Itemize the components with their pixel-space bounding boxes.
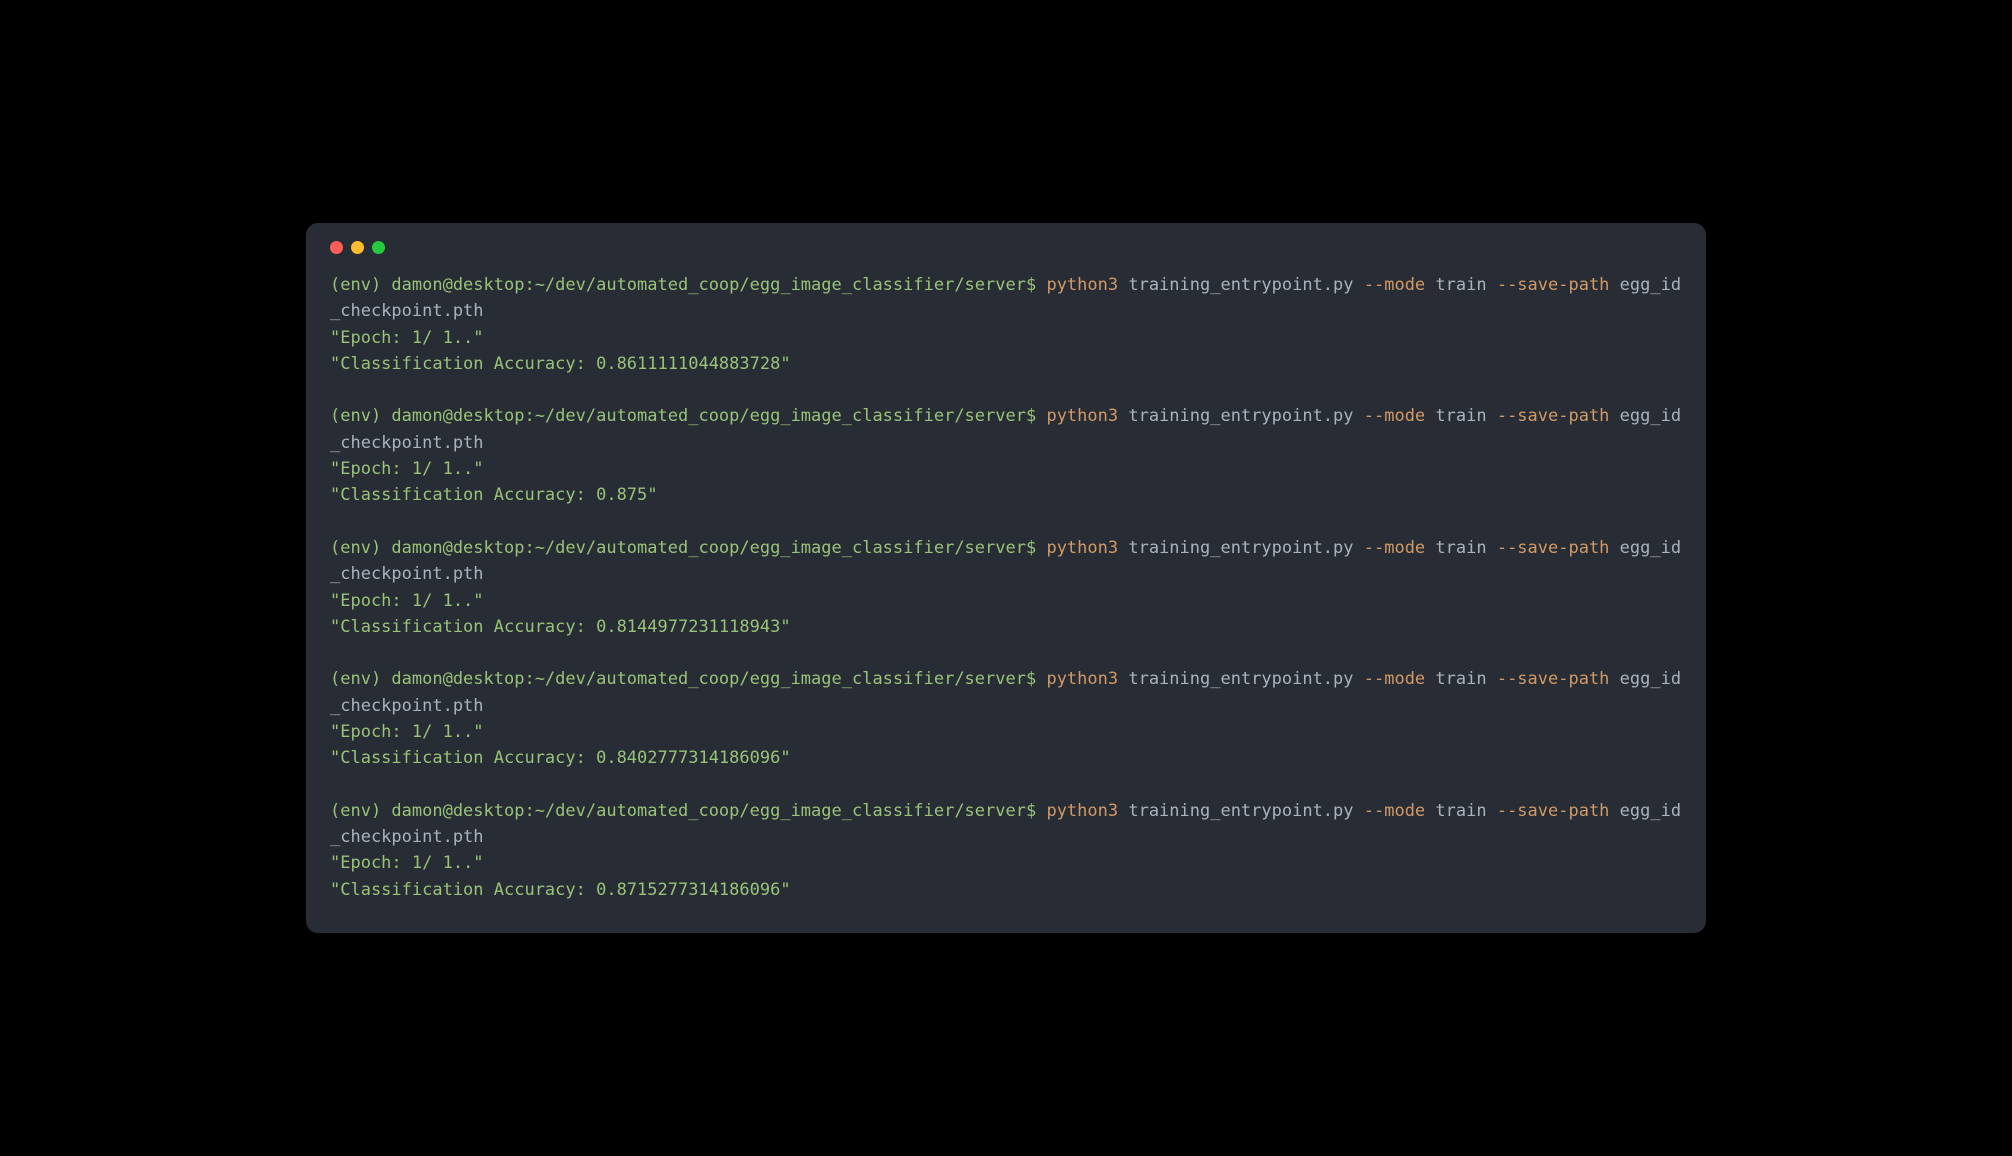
flag-save-path: --save-path bbox=[1497, 538, 1620, 558]
terminal-content[interactable]: (env) damon@desktop:~/dev/automated_coop… bbox=[330, 272, 1682, 903]
flag-mode: --mode bbox=[1364, 538, 1436, 558]
arg-mode: train bbox=[1435, 669, 1496, 689]
flag-save-path: --save-path bbox=[1497, 669, 1620, 689]
output-epoch: "Epoch: 1/ 1.." bbox=[330, 850, 1682, 876]
output-epoch: "Epoch: 1/ 1.." bbox=[330, 719, 1682, 745]
shell-prompt: (env) damon@desktop:~/dev/automated_coop… bbox=[330, 406, 1046, 426]
command-block: (env) damon@desktop:~/dev/automated_coop… bbox=[330, 403, 1682, 508]
command-line: (env) damon@desktop:~/dev/automated_coop… bbox=[330, 535, 1682, 588]
command-line: (env) damon@desktop:~/dev/automated_coop… bbox=[330, 403, 1682, 456]
command-block: (env) damon@desktop:~/dev/automated_coop… bbox=[330, 272, 1682, 377]
command-name: python3 bbox=[1046, 801, 1128, 821]
command-name: python3 bbox=[1046, 538, 1128, 558]
command-name: python3 bbox=[1046, 275, 1128, 295]
output-accuracy: "Classification Accuracy: 0.871527731418… bbox=[330, 877, 1682, 903]
shell-prompt: (env) damon@desktop:~/dev/automated_coop… bbox=[330, 275, 1046, 295]
flag-save-path: --save-path bbox=[1497, 801, 1620, 821]
flag-save-path: --save-path bbox=[1497, 275, 1620, 295]
maximize-icon[interactable] bbox=[372, 241, 385, 254]
arg-mode: train bbox=[1435, 406, 1496, 426]
script-arg: training_entrypoint.py bbox=[1128, 801, 1363, 821]
flag-mode: --mode bbox=[1364, 801, 1436, 821]
close-icon[interactable] bbox=[330, 241, 343, 254]
shell-prompt: (env) damon@desktop:~/dev/automated_coop… bbox=[330, 801, 1046, 821]
output-epoch: "Epoch: 1/ 1.." bbox=[330, 588, 1682, 614]
script-arg: training_entrypoint.py bbox=[1128, 669, 1363, 689]
flag-mode: --mode bbox=[1364, 275, 1436, 295]
command-block: (env) damon@desktop:~/dev/automated_coop… bbox=[330, 535, 1682, 640]
flag-mode: --mode bbox=[1364, 669, 1436, 689]
command-block: (env) damon@desktop:~/dev/automated_coop… bbox=[330, 798, 1682, 903]
script-arg: training_entrypoint.py bbox=[1128, 538, 1363, 558]
command-name: python3 bbox=[1046, 406, 1128, 426]
window-controls bbox=[330, 241, 1682, 254]
minimize-icon[interactable] bbox=[351, 241, 364, 254]
arg-mode: train bbox=[1435, 801, 1496, 821]
output-accuracy: "Classification Accuracy: 0.875" bbox=[330, 482, 1682, 508]
script-arg: training_entrypoint.py bbox=[1128, 275, 1363, 295]
shell-prompt: (env) damon@desktop:~/dev/automated_coop… bbox=[330, 538, 1046, 558]
output-accuracy: "Classification Accuracy: 0.814497723111… bbox=[330, 614, 1682, 640]
command-name: python3 bbox=[1046, 669, 1128, 689]
output-epoch: "Epoch: 1/ 1.." bbox=[330, 456, 1682, 482]
command-block: (env) damon@desktop:~/dev/automated_coop… bbox=[330, 666, 1682, 771]
output-accuracy: "Classification Accuracy: 0.840277731418… bbox=[330, 745, 1682, 771]
arg-mode: train bbox=[1435, 275, 1496, 295]
flag-save-path: --save-path bbox=[1497, 406, 1620, 426]
output-epoch: "Epoch: 1/ 1.." bbox=[330, 325, 1682, 351]
output-accuracy: "Classification Accuracy: 0.861111104488… bbox=[330, 351, 1682, 377]
arg-mode: train bbox=[1435, 538, 1496, 558]
shell-prompt: (env) damon@desktop:~/dev/automated_coop… bbox=[330, 669, 1046, 689]
command-line: (env) damon@desktop:~/dev/automated_coop… bbox=[330, 798, 1682, 851]
command-line: (env) damon@desktop:~/dev/automated_coop… bbox=[330, 666, 1682, 719]
script-arg: training_entrypoint.py bbox=[1128, 406, 1363, 426]
terminal-window: (env) damon@desktop:~/dev/automated_coop… bbox=[306, 223, 1706, 933]
command-line: (env) damon@desktop:~/dev/automated_coop… bbox=[330, 272, 1682, 325]
flag-mode: --mode bbox=[1364, 406, 1436, 426]
